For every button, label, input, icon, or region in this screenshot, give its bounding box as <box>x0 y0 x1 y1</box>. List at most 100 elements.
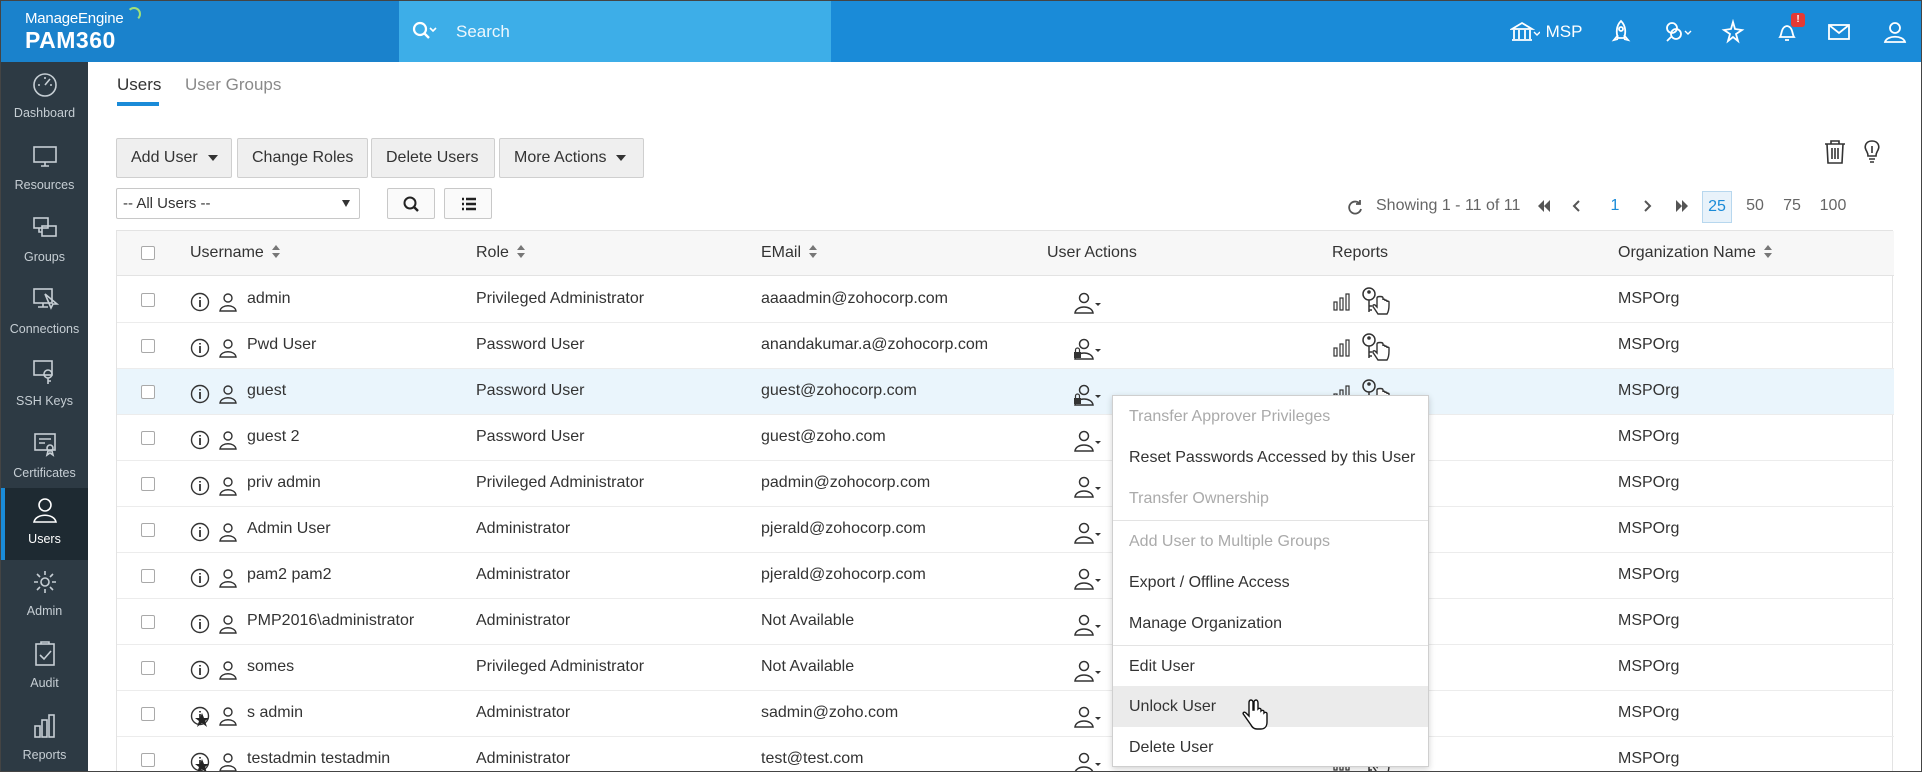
cell-username[interactable]: admin <box>247 290 291 308</box>
table-row[interactable]: Pwd User Password User anandakumar.a@zohoc… <box>117 323 1894 369</box>
cell-username[interactable]: guest <box>247 382 286 400</box>
delete-users-button[interactable]: Delete Users <box>371 138 495 178</box>
info-icon[interactable] <box>190 522 210 542</box>
cell-username[interactable]: Pwd User <box>247 336 316 354</box>
menu-item-manage-organization[interactable]: Manage Organization <box>1113 603 1428 644</box>
menu-item-reset-passwords[interactable]: Reset Passwords Accessed by this User <box>1113 437 1428 478</box>
row-checkbox[interactable] <box>141 339 155 353</box>
row-checkbox[interactable] <box>141 569 155 583</box>
info-icon[interactable] <box>190 338 210 358</box>
row-checkbox[interactable] <box>141 293 155 307</box>
table-row[interactable]: admin Privileged Administrator aaaadmin@zo… <box>117 277 1894 323</box>
user-actions-icon[interactable] <box>1072 705 1104 729</box>
key-access-icon[interactable] <box>1360 286 1392 316</box>
lightbulb-icon[interactable] <box>1858 138 1886 166</box>
notifications-button[interactable]: ! <box>1767 1 1807 62</box>
cell-username[interactable]: guest 2 <box>247 428 299 446</box>
sidebar-item-resources[interactable]: Resources <box>1 134 88 206</box>
info-icon[interactable] <box>190 430 210 450</box>
table-row[interactable]: PMP2016\administrator Administrator Not Av… <box>117 599 1894 645</box>
previous-page-icon[interactable] <box>1571 200 1581 212</box>
user-actions-icon[interactable] <box>1072 521 1104 545</box>
add-user-button[interactable]: Add User <box>116 138 232 178</box>
sidebar-item-admin[interactable]: Admin <box>1 560 88 632</box>
quick-action-button[interactable] <box>1713 1 1753 62</box>
org-switcher[interactable]: MSP <box>1501 1 1591 62</box>
sidebar-item-connections[interactable]: Connections <box>1 278 88 350</box>
next-page-icon[interactable] <box>1643 200 1653 212</box>
sidebar-item-users[interactable]: Users <box>1 488 88 560</box>
cell-username[interactable]: PMP2016\administrator <box>247 612 414 630</box>
row-checkbox[interactable] <box>141 615 155 629</box>
user-actions-icon[interactable] <box>1072 291 1104 315</box>
tab-users[interactable]: Users <box>117 75 161 95</box>
report-bars-icon[interactable] <box>1332 289 1354 311</box>
info-icon[interactable] <box>190 292 210 312</box>
menu-item-export-offline[interactable]: Export / Offline Access <box>1113 562 1428 603</box>
key-access-icon[interactable] <box>1360 332 1392 362</box>
user-actions-icon[interactable] <box>1072 383 1104 407</box>
table-row[interactable]: guest 2 Password User guest@zoho.com MSPOrg <box>117 415 1894 461</box>
user-actions-icon[interactable] <box>1072 429 1104 453</box>
column-chooser-button[interactable] <box>444 188 492 219</box>
cell-username[interactable]: Admin User <box>247 520 331 538</box>
brand-logo[interactable]: ManageEngine PAM360 <box>1 1 399 62</box>
user-actions-icon[interactable] <box>1072 337 1104 361</box>
info-icon[interactable] <box>190 384 210 404</box>
cell-username[interactable]: priv admin <box>247 474 321 492</box>
table-row[interactable]: pam2 pam2 Administrator pjerald@zohocorp.c… <box>117 553 1894 599</box>
user-filter-select[interactable]: -- All Users -- <box>116 188 360 219</box>
user-profile-button[interactable] <box>1873 1 1917 62</box>
cell-username[interactable]: s admin <box>247 704 303 722</box>
global-search[interactable]: Search <box>399 1 831 62</box>
user-actions-icon[interactable] <box>1072 613 1104 637</box>
report-bars-icon[interactable] <box>1332 335 1354 357</box>
sidebar-item-audit[interactable]: Audit <box>1 632 88 704</box>
info-icon[interactable] <box>190 476 210 496</box>
sidebar-item-groups[interactable]: Groups <box>1 206 88 278</box>
cell-username[interactable]: somes <box>247 658 294 676</box>
page-size-75[interactable]: 75 <box>1777 191 1807 221</box>
row-checkbox[interactable] <box>141 753 155 767</box>
table-row[interactable]: s admin Administrator sadmin@zoho.com MSPOr… <box>117 691 1894 737</box>
rocket-button[interactable] <box>1601 1 1641 62</box>
info-icon[interactable] <box>190 660 210 680</box>
more-actions-button[interactable]: More Actions <box>499 138 644 178</box>
current-page[interactable]: 1 <box>1605 191 1625 221</box>
trash-icon[interactable] <box>1821 138 1849 166</box>
row-checkbox[interactable] <box>141 707 155 721</box>
user-actions-icon[interactable] <box>1072 475 1104 499</box>
page-size-25[interactable]: 25 <box>1702 191 1732 223</box>
page-size-50[interactable]: 50 <box>1740 191 1770 221</box>
info-icon[interactable] <box>190 568 210 588</box>
info-icon[interactable] <box>190 614 210 634</box>
tab-user-groups[interactable]: User Groups <box>185 75 281 95</box>
column-email[interactable]: EMail <box>761 244 818 262</box>
column-organization[interactable]: Organization Name <box>1618 244 1772 262</box>
page-size-100[interactable]: 100 <box>1814 191 1852 221</box>
menu-item-edit-user[interactable]: Edit User <box>1113 646 1428 687</box>
row-checkbox[interactable] <box>141 431 155 445</box>
column-username[interactable]: Username <box>190 244 280 262</box>
user-actions-icon[interactable] <box>1072 567 1104 591</box>
first-page-icon[interactable] <box>1535 200 1551 212</box>
table-row[interactable]: Admin User Administrator pjerald@zohocorp.… <box>117 507 1894 553</box>
select-all-checkbox[interactable] <box>141 246 155 260</box>
row-checkbox[interactable] <box>141 661 155 675</box>
column-role[interactable]: Role <box>476 244 525 262</box>
sidebar-item-reports[interactable]: Reports <box>1 704 88 771</box>
refresh-icon[interactable] <box>1345 197 1365 217</box>
table-row[interactable]: guest Password User guest@zohocorp.com MSPO… <box>117 369 1894 415</box>
cell-username[interactable]: pam2 pam2 <box>247 566 332 584</box>
change-roles-button[interactable]: Change Roles <box>237 138 368 178</box>
row-checkbox[interactable] <box>141 385 155 399</box>
table-row[interactable]: priv admin Privileged Administrator padmin… <box>117 461 1894 507</box>
sidebar-item-certificates[interactable]: Certificates <box>1 422 88 494</box>
last-page-icon[interactable] <box>1675 200 1691 212</box>
sidebar-item-dashboard[interactable]: Dashboard <box>1 62 88 134</box>
table-row[interactable]: somes Privileged Administrator Not Availab… <box>117 645 1894 691</box>
sidebar-item-ssh-keys[interactable]: SSH Keys <box>1 350 88 422</box>
cell-username[interactable]: testadmin testadmin <box>247 750 390 768</box>
search-button[interactable] <box>387 188 435 219</box>
user-actions-icon[interactable] <box>1072 751 1104 772</box>
